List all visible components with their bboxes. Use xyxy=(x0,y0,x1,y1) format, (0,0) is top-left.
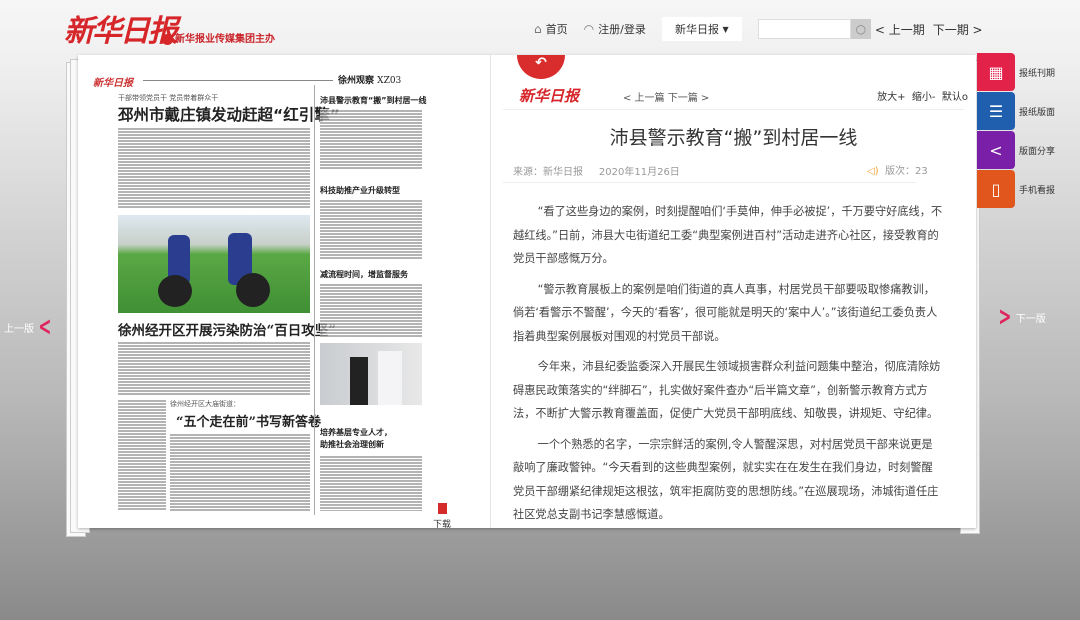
np-headline: 减流程时间，增监督服务 xyxy=(320,270,408,279)
next-article-link[interactable]: 下一篇 > xyxy=(668,93,710,104)
home-label: 首页 xyxy=(545,23,568,36)
np-text xyxy=(320,283,422,338)
np-headline: 科技助推产业升级转型 xyxy=(320,186,400,195)
sidebar-label: 报纸刊期 xyxy=(1019,68,1056,79)
download-label: 下载 xyxy=(433,520,452,530)
sublogo: 新华报业传媒集团主办 xyxy=(162,30,275,45)
article-meta: 来源：新华日报 2020年11月26日 xyxy=(513,163,680,178)
np-masthead: 新华日报 xyxy=(93,78,133,89)
home-icon: ⌂ xyxy=(534,22,542,36)
newspaper-page[interactable]: 新华日报 徐州观察 XZ03 干部带领党员干 党员带着群众干 邳州市戴庄镇发动赶… xyxy=(78,55,486,530)
user-icon: ◠ xyxy=(583,22,595,36)
article-paragraph: “看了这些身边的案例，时刻提醒咱们‘手莫伸，伸手必被捉’，千万要守好底线，不越红… xyxy=(513,205,943,265)
article-source: 来源：新华日报 xyxy=(513,167,583,178)
np-text xyxy=(170,433,310,511)
chevron-left-icon: < xyxy=(38,312,52,342)
login-link[interactable]: ◠ 注册/登录 xyxy=(584,21,646,37)
article-title: 沛县警示教育“搬”到村居一线 xyxy=(609,127,858,149)
np-kicker: 徐州经开区大庙街道： xyxy=(170,400,240,408)
article-panel: ↶ 新华日报 < 上一篇 下一篇 > 放大+ 缩小- 默认o 沛县警示教育“搬”… xyxy=(490,55,976,528)
np-section: 徐州观察 XZ03 xyxy=(338,76,402,86)
sidebar-item-mobile[interactable]: ▯ 手机看报 xyxy=(977,170,1080,208)
sidebar-item-pages[interactable]: ☰ 报纸版面 xyxy=(977,92,1080,130)
article-pager: < 上一篇 下一篇 > xyxy=(623,89,709,104)
np-photo xyxy=(118,215,310,313)
article-paragraph: 一个个熟悉的名字，一宗宗鲜活的案例,令人警醒深思，对村居党员干部来说更是敲响了廉… xyxy=(513,437,939,522)
np-rule xyxy=(143,80,333,81)
np-headline: “五个走在前”书写新答卷 xyxy=(176,415,321,430)
home-link[interactable]: ⌂ 首页 xyxy=(534,21,568,37)
default-size-button[interactable]: 默认o xyxy=(942,92,968,103)
download-pdf-button[interactable]: 下载 xyxy=(433,503,451,530)
search-button[interactable]: ○ xyxy=(850,19,871,39)
caret-down-icon: ▼ xyxy=(722,24,729,34)
np-divider xyxy=(314,85,315,515)
article-paragraph: “警示教育展板上的案例是咱们街道的真人真事，村居党员干部要吸取惨痛教训，倘若‘看… xyxy=(513,282,938,343)
np-kicker: 干部带领党员干 党员带着群众干 xyxy=(118,94,219,102)
share-icon: < xyxy=(977,131,1015,169)
prev-issue-link[interactable]: < 上一期 xyxy=(875,23,925,37)
prev-page-label: 上一版 xyxy=(4,323,34,335)
chevron-right-icon: > xyxy=(998,302,1012,332)
np-headline: 邳州市戴庄镇发动赶超“红引擎” xyxy=(118,106,340,124)
np-headline: 培养基层专业人才， 助推社会治理创新 xyxy=(320,428,392,449)
mobile-icon: ▯ xyxy=(977,170,1015,208)
article-date: 2020年11月26日 xyxy=(598,167,680,178)
article-paragraph: 今年来，沛县纪委监委深入开展民生领域损害群众利益问题集中整治，彻底清除妨碍惠民政… xyxy=(513,360,941,420)
np-text xyxy=(118,127,310,209)
zoom-in-button[interactable]: 放大+ xyxy=(877,92,905,103)
side-toolbar: ▦ 报纸刊期 ☰ 报纸版面 < 版面分享 ▯ 手机看报 xyxy=(977,53,1080,209)
np-text xyxy=(320,455,422,511)
np-text xyxy=(320,199,422,259)
article-edition: ◁) 版次：23 xyxy=(867,166,928,177)
sidebar-label: 版面分享 xyxy=(1019,146,1056,157)
back-arrow-icon: ↶ xyxy=(535,55,547,71)
calendar-icon: ▦ xyxy=(977,53,1015,91)
next-page-label: 下一版 xyxy=(1015,313,1046,325)
sidebar-label: 手机看报 xyxy=(1019,185,1056,196)
search: ○ xyxy=(757,19,871,39)
np-headline: 徐州经开区开展污染防治“百日攻坚” xyxy=(118,323,337,339)
np-text xyxy=(320,109,422,169)
sidebar-item-share[interactable]: < 版面分享 xyxy=(977,131,1080,169)
search-icon: ○ xyxy=(855,22,867,36)
paper-select-value: 新华日报 xyxy=(675,23,719,36)
prev-article-link[interactable]: < 上一篇 xyxy=(623,93,665,104)
login-label: 注册/登录 xyxy=(598,23,646,36)
article-body: “看了这些身边的案例，时刻提醒咱们‘手莫伸，伸手必被捉’，千万要守好底线，不越红… xyxy=(513,200,943,534)
sidebar-item-issues[interactable]: ▦ 报纸刊期 xyxy=(977,53,1080,91)
prev-page-button[interactable]: 上一版 < xyxy=(4,312,56,342)
np-text xyxy=(118,341,310,396)
np-headline: 沛县警示教育“搬”到村居一线 xyxy=(320,96,427,105)
group-logo-icon xyxy=(162,33,173,45)
sidebar-label: 报纸版面 xyxy=(1019,107,1056,118)
font-controls: 放大+ 缩小- 默认o xyxy=(877,88,968,103)
back-button[interactable]: ↶ xyxy=(517,55,565,79)
list-icon: ☰ xyxy=(977,92,1015,130)
pdf-icon xyxy=(437,503,447,514)
next-issue-link[interactable]: 下一期 > xyxy=(933,23,983,37)
top-nav: ⌂ 首页 ◠ 注册/登录 新华日报 ▼ ○ < 上一期 下一期 > xyxy=(534,17,991,41)
np-photo xyxy=(320,343,422,405)
next-page-button[interactable]: > 下一版 xyxy=(994,302,1046,332)
paper-select[interactable]: 新华日报 ▼ xyxy=(661,17,742,41)
speaker-icon[interactable]: ◁) xyxy=(867,166,879,177)
logo[interactable]: 新华日报 xyxy=(64,6,178,50)
article-logo: 新华日报 xyxy=(519,87,580,105)
zoom-out-button[interactable]: 缩小- xyxy=(912,92,936,103)
newspaper-viewer: 新华日报 徐州观察 XZ03 干部带领党员干 党员带着群众干 邳州市戴庄镇发动赶… xyxy=(78,55,976,530)
search-input[interactable] xyxy=(757,19,851,39)
np-text xyxy=(118,399,166,511)
sublogo-text: 新华报业传媒集团主办 xyxy=(175,34,275,45)
issue-pager: < 上一期 下一期 > xyxy=(875,21,991,38)
